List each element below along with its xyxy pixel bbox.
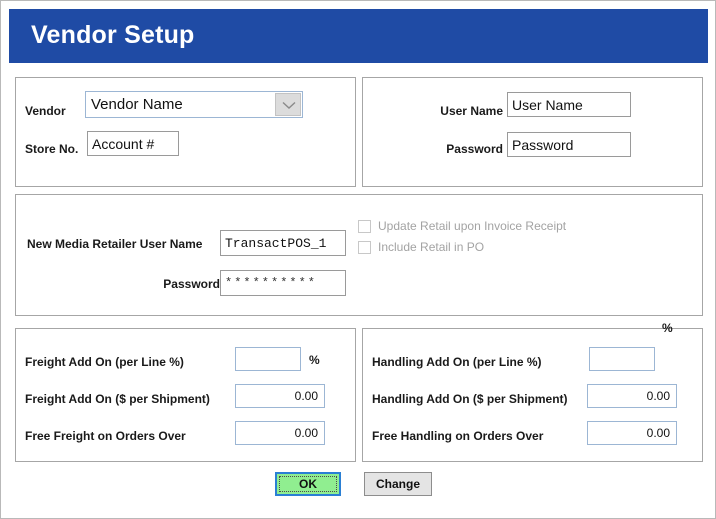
user-name-input[interactable] — [507, 92, 631, 117]
vendor-label: Vendor — [25, 104, 66, 118]
store-no-label: Store No. — [25, 142, 79, 156]
page-title: Vendor Setup — [31, 21, 195, 49]
ok-button[interactable]: OK — [275, 472, 341, 496]
vendor-setup-dialog: Vendor Setup Vendor Store No. Vendor Nam… — [0, 0, 716, 519]
checkbox-box[interactable] — [358, 219, 371, 233]
retailer-password-label: Password — [163, 277, 220, 291]
checkbox-label: Update Retail upon Invoice Receipt — [378, 219, 567, 233]
freight-per-shipment-label: Freight Add On ($ per Shipment) — [25, 392, 210, 406]
checkbox-label: Include Retail in PO — [378, 240, 485, 254]
freight-per-line-input[interactable] — [235, 347, 301, 371]
free-handling-over-label: Free Handling on Orders Over — [372, 429, 544, 443]
handling-per-line-label: Handling Add On (per Line %) — [372, 355, 542, 369]
vendor-select-value: Vendor Name — [91, 96, 183, 113]
change-button[interactable]: Change — [364, 472, 432, 496]
free-handling-over-input[interactable] — [587, 421, 677, 445]
free-freight-over-label: Free Freight on Orders Over — [25, 429, 186, 443]
freight-percent-suffix: % — [309, 353, 320, 367]
password-input[interactable] — [507, 132, 631, 157]
handling-per-line-input[interactable] — [589, 347, 655, 371]
user-name-label: User Name — [440, 104, 503, 118]
store-no-input[interactable] — [87, 131, 179, 156]
checkbox-include-retail-in-po[interactable]: Include Retail in PO — [358, 240, 484, 254]
freight-per-line-label: Freight Add On (per Line %) — [25, 355, 184, 369]
retailer-user-name-label: New Media Retailer User Name — [27, 237, 203, 251]
free-freight-over-input[interactable] — [235, 421, 325, 445]
handling-per-shipment-label: Handling Add On ($ per Shipment) — [372, 392, 568, 406]
vendor-select[interactable]: Vendor Name — [85, 91, 303, 118]
checkbox-box[interactable] — [358, 240, 371, 254]
stray-percent-label: % — [662, 321, 673, 335]
password-label: Password — [446, 142, 503, 156]
checkbox-update-retail-upon-invoice-receipt[interactable]: Update Retail upon Invoice Receipt — [358, 219, 566, 233]
dialog-titlebar: Vendor Setup — [9, 9, 708, 63]
chevron-down-icon[interactable] — [275, 93, 301, 116]
handling-per-shipment-input[interactable] — [587, 384, 677, 408]
retailer-user-name-input[interactable] — [220, 230, 346, 256]
ok-button-label: OK — [299, 477, 317, 491]
retailer-password-input[interactable] — [220, 270, 346, 296]
freight-per-shipment-input[interactable] — [235, 384, 325, 408]
new-media-retailer-panel: New Media Retailer User Name Password — [15, 194, 703, 316]
